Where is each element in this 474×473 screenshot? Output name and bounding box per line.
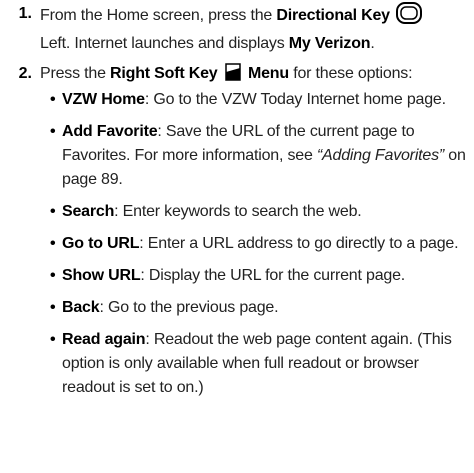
step-number: 2. <box>18 65 32 82</box>
list-item: • Add Favorite: Save the URL of the curr… <box>50 120 474 192</box>
directional-key-label: Directional Key <box>276 7 390 24</box>
option-desc: : Go to the VZW Today Internet home page… <box>144 91 446 108</box>
option-name: Go to URL <box>62 235 140 252</box>
bullet-icon: • <box>50 299 56 316</box>
option-desc: : Display the URL for the current page. <box>140 267 406 284</box>
step-text: From the Home screen, press the Directio… <box>40 2 470 56</box>
step-text-part: . <box>370 35 375 52</box>
list-item: • Back: Go to the previous page. <box>50 296 474 320</box>
option-desc: : Enter a URL address to go directly to … <box>139 235 459 252</box>
option-name: Add Favorite <box>62 123 158 140</box>
bullet-icon: • <box>50 123 56 140</box>
bullet-icon: • <box>50 203 56 220</box>
step-text: Press the Right Soft Key Menu for these … <box>40 62 470 90</box>
step-number: 1. <box>18 5 32 22</box>
options-list: • VZW Home: Go to the VZW Today Internet… <box>50 88 474 400</box>
option-name: Show URL <box>62 267 141 284</box>
option-name: Back <box>62 299 100 316</box>
option-desc: : Go to the previous page. <box>99 299 279 316</box>
bullet-icon: • <box>50 331 56 348</box>
list-item: • Show URL: Display the URL for the curr… <box>50 264 474 288</box>
my-verizon-label: My Verizon <box>288 35 371 52</box>
step-text-part: Left. Internet launches and displays <box>40 35 289 52</box>
list-item: • Search: Enter keywords to search the w… <box>50 200 474 224</box>
menu-label: Menu <box>247 65 289 82</box>
right-soft-key-label: Right Soft Key <box>110 65 218 82</box>
bullet-icon: • <box>50 91 56 108</box>
right-soft-key-icon <box>224 62 242 90</box>
manual-page: 1. From the Home screen, press the Direc… <box>0 0 474 473</box>
step-text-part: From the Home screen, press the <box>40 7 277 24</box>
bullet-icon: • <box>50 267 56 284</box>
list-item: • Read again: Readout the web page conte… <box>50 328 474 400</box>
option-name: Read again <box>62 331 146 348</box>
bullet-icon: • <box>50 235 56 252</box>
cross-reference: “Adding Favorites” <box>316 147 445 164</box>
list-item: • VZW Home: Go to the VZW Today Internet… <box>50 88 474 112</box>
directional-key-icon <box>396 2 423 32</box>
list-item: • Go to URL: Enter a URL address to go d… <box>50 232 474 256</box>
step-text-part: Press the <box>40 65 111 82</box>
step-text-part: for these options: <box>288 65 413 82</box>
option-name: Search <box>62 203 115 220</box>
option-desc: : Enter keywords to search the web. <box>114 203 362 220</box>
option-name: VZW Home <box>62 91 145 108</box>
